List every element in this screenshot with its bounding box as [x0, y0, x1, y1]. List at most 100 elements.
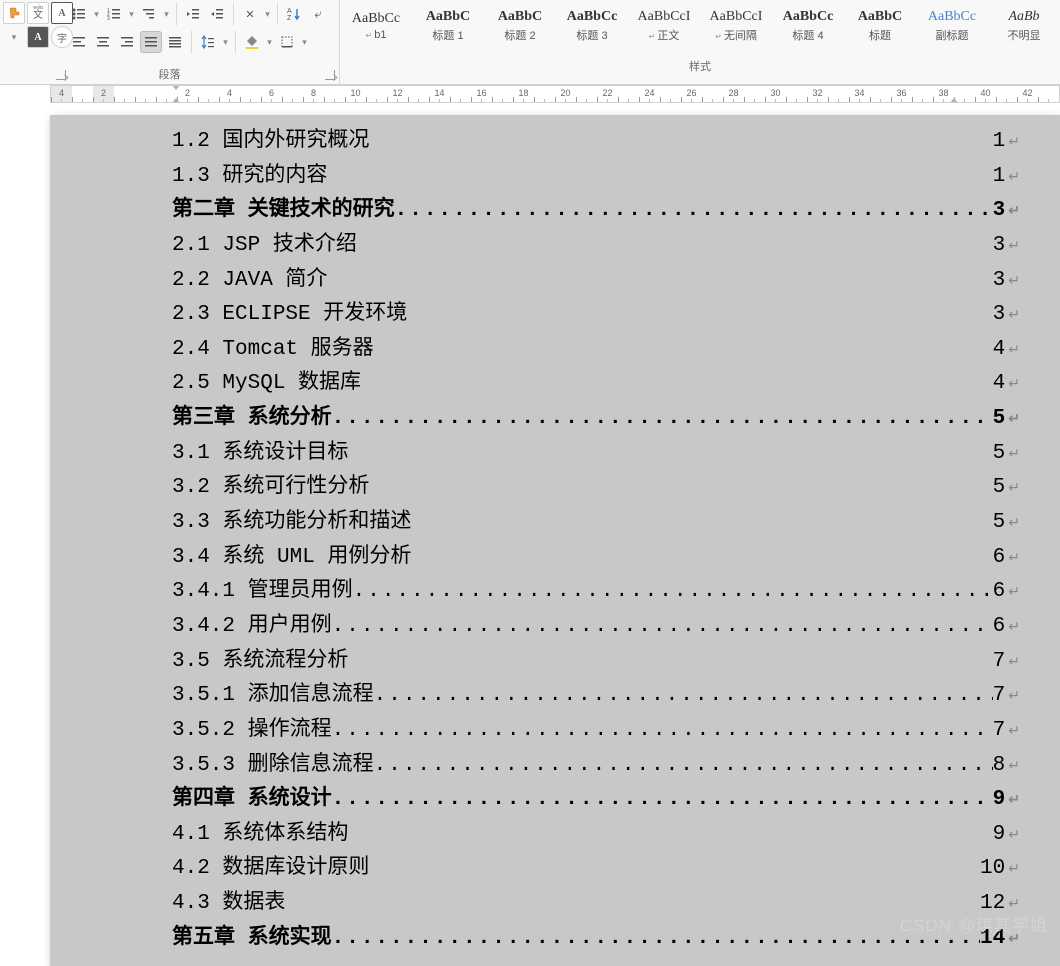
toc-leader: ........................................… — [395, 194, 993, 229]
format-painter-icon[interactable] — [3, 2, 25, 24]
toc-title: 3.5.1 添加信息流程 — [172, 679, 374, 714]
svg-text:A: A — [287, 8, 292, 15]
toc-entry[interactable]: 2.1 JSP 技术介绍............................… — [172, 229, 1020, 264]
toc-page: 7 — [993, 645, 1006, 680]
paragraph-mark-icon: ↵ — [1008, 444, 1020, 467]
dialog-launcher-icon[interactable] — [56, 70, 66, 80]
toc-leader: ........................................… — [332, 922, 980, 957]
paragraph-mark-icon: ↵ — [1008, 167, 1020, 190]
toc-page: 4 — [993, 367, 1006, 402]
style-标题[interactable]: AaBbC标题 — [844, 2, 916, 50]
toc-entry[interactable]: 1.3 研究的内容...............................… — [172, 160, 1020, 195]
style-标题 1[interactable]: AaBbC标题 1 — [412, 2, 484, 50]
sort-icon[interactable]: AZ — [283, 3, 305, 25]
toc-entry[interactable]: 1.2 国内外研究概况.............................… — [172, 125, 1020, 160]
paragraph-mark-icon: ↵ — [1008, 236, 1020, 259]
toc-page: 5 — [993, 471, 1006, 506]
show-marks-icon[interactable]: ⤶ — [307, 3, 329, 25]
style-标题 4[interactable]: AaBbCc标题 4 — [772, 2, 844, 50]
char-border-icon[interactable]: A — [51, 2, 73, 24]
toc-page: 3 — [993, 229, 1006, 264]
line-spacing-icon[interactable] — [197, 31, 219, 53]
dropdown-icon[interactable]: ▾ — [265, 37, 274, 48]
toc-leader: ........................................… — [353, 575, 993, 610]
indent-icon[interactable] — [206, 3, 228, 25]
page-background: 1.2 国内外研究概况.............................… — [50, 115, 1060, 944]
style-标题 3[interactable]: AaBbCc标题 3 — [556, 2, 628, 50]
right-indent-marker[interactable] — [949, 98, 959, 103]
dropdown-icon[interactable]: ▾ — [92, 9, 101, 20]
first-line-indent-marker[interactable] — [171, 85, 181, 90]
svg-text:3: 3 — [107, 16, 110, 21]
numbering-icon[interactable]: 123 — [103, 3, 125, 25]
toc-page: 8 — [993, 749, 1006, 784]
style-副标题[interactable]: AaBbCc副标题 — [916, 2, 988, 50]
toc-entry[interactable]: 2.2 JAVA 简介.............................… — [172, 264, 1020, 299]
style-标题 2[interactable]: AaBbC标题 2 — [484, 2, 556, 50]
paragraph-mark-icon: ↵ — [1008, 825, 1020, 848]
toc-entry[interactable]: 4.3 数据表.................................… — [172, 887, 1020, 922]
toc-entry[interactable]: 4.1 系统体系结构..............................… — [172, 818, 1020, 853]
toc-page: 9 — [993, 818, 1006, 853]
align-center-icon[interactable] — [92, 31, 114, 53]
dropdown-icon[interactable]: ▾ — [162, 9, 171, 20]
toc-title: 第五章 系统实现 — [172, 922, 332, 957]
dropdown-icon[interactable]: ▾ — [300, 37, 309, 48]
toc-entry[interactable]: 3.5.2 操作流程..............................… — [172, 714, 1020, 749]
toc-entry[interactable]: 3.4 系统 UML 用例分析.........................… — [172, 541, 1020, 576]
toc-title: 3.4.1 管理员用例 — [172, 575, 353, 610]
toc-entry[interactable]: 3.1 系统设计目标..............................… — [172, 437, 1020, 472]
toc-title: 2.3 ECLIPSE 开发环境 — [172, 298, 407, 333]
toc-entry[interactable]: 2.4 Tomcat 服务器..........................… — [172, 333, 1020, 368]
paragraph-mark-icon: ↵ — [1008, 859, 1020, 882]
dialog-launcher-icon[interactable] — [325, 70, 335, 80]
toc-entry[interactable]: 第五章 系统实现................................… — [172, 922, 1020, 957]
enclose-char-icon[interactable]: 字 — [51, 26, 73, 48]
toc-title: 4.1 系统体系结构 — [172, 818, 348, 853]
toc-entry[interactable]: 第三章 系统分析................................… — [172, 402, 1020, 437]
ruler[interactable]: 4224681012141618202224262830323436384042 — [50, 85, 1060, 115]
style-b1[interactable]: AaBbCc↵b1 — [340, 2, 412, 50]
borders-icon[interactable] — [276, 31, 298, 53]
distribute-icon[interactable] — [164, 31, 186, 53]
dropdown-icon[interactable]: ▾ — [3, 26, 25, 48]
toc-entry[interactable]: 3.5.3 删除信息流程............................… — [172, 749, 1020, 784]
asian-layout-icon[interactable]: ✕ — [239, 3, 261, 25]
toc-entry[interactable]: 第四章 系统设计................................… — [172, 783, 1020, 818]
toc-page: 7 — [993, 679, 1006, 714]
style-正文[interactable]: AaBbCcI↵正文 — [628, 2, 700, 50]
toc-entry[interactable]: 3.5 系统流程分析..............................… — [172, 645, 1020, 680]
toc-page: 1 — [993, 160, 1006, 195]
toc-title: 4.2 数据库设计原则 — [172, 852, 369, 887]
justify-icon[interactable] — [140, 31, 162, 53]
paragraph-mark-icon: ↵ — [1008, 132, 1020, 155]
dropdown-icon[interactable]: ▾ — [127, 9, 136, 20]
toc-entry[interactable]: 3.2 系统可行性分析.............................… — [172, 471, 1020, 506]
outdent-icon[interactable] — [182, 3, 204, 25]
toc-entry[interactable]: 3.4.1 管理员用例.............................… — [172, 575, 1020, 610]
toc-leader: ........................................… — [332, 610, 993, 645]
style-无间隔[interactable]: AaBbCcI↵无间隔 — [700, 2, 772, 50]
hanging-indent-marker[interactable] — [171, 98, 181, 103]
toc-leader: ........................................… — [374, 749, 993, 784]
align-right-icon[interactable] — [116, 31, 138, 53]
toc-title: 1.3 研究的内容 — [172, 160, 327, 195]
shading-icon[interactable] — [241, 31, 263, 53]
document-page[interactable]: 1.2 国内外研究概况.............................… — [50, 115, 1060, 966]
phonetic-guide-icon[interactable]: wén文 — [27, 2, 49, 24]
style-不明显[interactable]: AaBb不明显 — [988, 2, 1060, 50]
toc-entry[interactable]: 3.3 系统功能分析和描述...........................… — [172, 506, 1020, 541]
toc-title: 4.3 数据表 — [172, 887, 285, 922]
toc-entry[interactable]: 2.5 MySQL 数据库...........................… — [172, 367, 1020, 402]
watermark: CSDN @琪其学姐 — [900, 911, 1048, 936]
toc-entry[interactable]: 4.2 数据库设计原则.............................… — [172, 852, 1020, 887]
multilevel-icon[interactable] — [138, 3, 160, 25]
toc-entry[interactable]: 2.3 ECLIPSE 开发环境........................… — [172, 298, 1020, 333]
char-shading-icon[interactable]: A — [27, 26, 49, 48]
toc-entry[interactable]: 3.4.2 用户用例..............................… — [172, 610, 1020, 645]
toc-entry[interactable]: 第二章 关键技术的研究.............................… — [172, 194, 1020, 229]
dropdown-icon[interactable]: ▾ — [221, 37, 230, 48]
toc-leader: ........................................… — [332, 402, 993, 437]
toc-entry[interactable]: 3.5.1 添加信息流程............................… — [172, 679, 1020, 714]
dropdown-icon[interactable]: ▾ — [263, 9, 272, 20]
